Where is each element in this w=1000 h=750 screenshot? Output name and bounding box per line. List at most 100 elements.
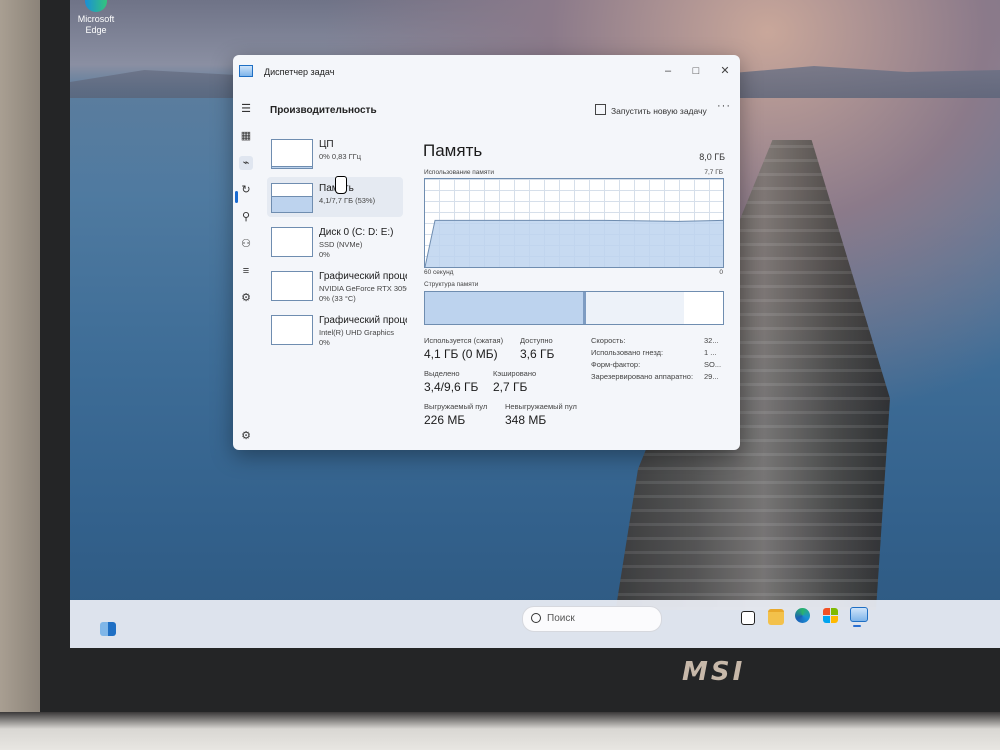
slots-value: 1 ... (704, 348, 717, 357)
page-title: Производительность (270, 105, 377, 116)
cpu-thumbnail (271, 139, 313, 169)
perf-item-gpu0[interactable]: Графический процессор 0 NVIDIA GeForce R… (267, 265, 407, 305)
memory-thumbnail (271, 183, 313, 213)
users-icon[interactable]: ⚇ (239, 237, 253, 251)
edge-icon-label-2: Edge (85, 25, 107, 35)
in-use-value: 4,1 ГБ (0 МБ) (424, 347, 498, 361)
gpu1-name: Графический процессор 1 (319, 315, 407, 326)
disk-name: Диск 0 (C: D: E:) (319, 227, 394, 238)
performance-icon[interactable]: ⌁ (239, 156, 253, 170)
gpu0-thumbnail (271, 271, 313, 301)
startup-apps-icon[interactable]: ⚲ (239, 210, 253, 224)
form-factor-label: Форм-фактор: (591, 360, 641, 369)
active-nav-indicator (235, 191, 238, 203)
processes-icon[interactable]: ▦ (239, 129, 253, 143)
hardware-reserved-value: 29... (704, 372, 719, 381)
disk-usage: 0% (319, 250, 330, 259)
task-manager-icon (239, 65, 253, 77)
slots-label: Использовано гнезд: (591, 348, 664, 357)
structure-standby (586, 292, 685, 324)
settings-icon[interactable]: ⚙ (239, 429, 253, 443)
perf-item-disk[interactable]: Диск 0 (C: D: E:) SSD (NVMe) 0% (267, 221, 403, 261)
app-history-icon[interactable]: ↻ (239, 183, 253, 197)
file-explorer-icon[interactable] (768, 609, 784, 625)
memory-usage-svg (425, 219, 723, 267)
more-options-button[interactable]: ··· (717, 100, 731, 112)
perf-item-cpu[interactable]: ЦП 0% 0,83 ГГц (267, 133, 403, 173)
window-title: Диспетчер задач (264, 67, 335, 77)
memory-name: Память (319, 183, 407, 194)
services-icon[interactable]: ⚙ (239, 291, 253, 305)
memory-title: Память (423, 141, 483, 160)
desk-surface (0, 712, 1000, 750)
gpu1-model: Intel(R) UHD Graphics (319, 328, 395, 337)
widgets-icon[interactable] (100, 622, 116, 636)
cached-value: 2,7 ГБ (493, 380, 528, 394)
edge-desktop-icon[interactable]: Microsoft Edge (76, 0, 116, 38)
details-icon[interactable]: ≡ (239, 264, 253, 278)
speed-value: 32... (704, 336, 719, 345)
gpu1-sub: Intel(R) UHD Graphics 0% (319, 328, 407, 348)
gpu0-usage: 0% (33 °C) (319, 294, 356, 303)
hamburger-menu-icon[interactable]: ☰ (239, 102, 253, 116)
usage-axis-left: 60 секунд (424, 269, 454, 276)
structure-free (684, 292, 723, 324)
run-task-icon (595, 104, 606, 115)
task-view-icon[interactable] (741, 611, 755, 625)
edge-icon (85, 0, 107, 12)
gpu0-model: NVIDIA GeForce RTX 3050 (319, 284, 407, 293)
paged-pool-label: Выгружаемый пул (424, 402, 488, 411)
available-value: 3,6 ГБ (520, 347, 555, 361)
run-new-task-button[interactable]: Запустить новую задачу (595, 104, 707, 116)
usage-chart-max: 7,7 ГБ (704, 169, 723, 176)
memory-sub: 4,1/7,7 ГБ (53%) (319, 196, 376, 205)
mouse-cursor (335, 176, 347, 194)
cpu-name: ЦП (319, 139, 334, 150)
msi-logo: MSI (682, 657, 746, 687)
minimize-button[interactable]: – (661, 64, 675, 78)
memory-detail-panel: Память 8,0 ГБ Использование памяти 7,7 Г… (417, 129, 733, 450)
memory-usage-chart (424, 178, 724, 268)
memory-structure-bar (424, 291, 724, 325)
memory-thumb-fill (272, 196, 312, 212)
usage-chart-label: Использование памяти (424, 169, 494, 176)
paged-pool-value: 226 МБ (424, 413, 466, 427)
gpu1-usage: 0% (319, 338, 330, 347)
in-use-label: Используется (сжатая) (424, 336, 504, 345)
usage-axis-right: 0 (719, 269, 723, 276)
edge-taskbar-icon[interactable] (795, 608, 810, 623)
form-factor-value: SO... (704, 360, 722, 369)
close-button[interactable]: ✕ (718, 64, 732, 78)
committed-value: 3,4/9,6 ГБ (424, 380, 479, 394)
gpu0-name: Графический процессор 0 (319, 271, 407, 282)
taskbar-search[interactable]: Поиск (522, 606, 662, 632)
store-icon[interactable] (823, 608, 838, 623)
speed-label: Скорость: (591, 336, 626, 345)
nonpaged-pool-label: Невыгружаемый пул (505, 402, 577, 411)
disk-thumbnail (271, 227, 313, 257)
maximize-button[interactable]: □ (689, 64, 703, 78)
cpu-sub: 0% 0,83 ГГц (319, 152, 362, 161)
search-placeholder: Поиск (547, 613, 575, 624)
gpu1-thumbnail (271, 315, 313, 345)
disk-sub: SSD (NVMe) 0% (319, 240, 407, 260)
gpu0-sub: NVIDIA GeForce RTX 3050 0% (33 °C) (319, 284, 407, 304)
task-manager-taskbar-icon[interactable] (850, 607, 868, 622)
structure-in-use (425, 292, 584, 324)
run-new-task-label: Запустить новую задачу (611, 106, 707, 116)
cached-label: Кэшировано (493, 369, 537, 378)
active-app-indicator (853, 625, 861, 627)
nonpaged-pool-value: 348 МБ (505, 413, 547, 427)
disk-type: SSD (NVMe) (319, 240, 363, 249)
search-icon (531, 613, 541, 623)
task-manager-window: Диспетчер задач – □ ✕ ☰ ▦ ⌁ ↻ ⚲ ⚇ ≡ ⚙ ⚙ … (233, 55, 740, 450)
title-bar[interactable]: Диспетчер задач – □ ✕ (233, 55, 740, 89)
structure-label: Структура памяти (424, 281, 479, 288)
nav-rail: ☰ ▦ ⌁ ↻ ⚲ ⚇ ≡ ⚙ ⚙ (233, 89, 259, 450)
edge-icon-label-1: Microsoft (77, 14, 115, 24)
cpu-thumb-fill (272, 166, 312, 168)
perf-item-gpu1[interactable]: Графический процессор 1 Intel(R) UHD Gra… (267, 309, 407, 349)
committed-label: Выделено (424, 369, 460, 378)
memory-total: 8,0 ГБ (699, 152, 725, 162)
hardware-reserved-label: Зарезервировано аппаратно: (591, 372, 694, 381)
